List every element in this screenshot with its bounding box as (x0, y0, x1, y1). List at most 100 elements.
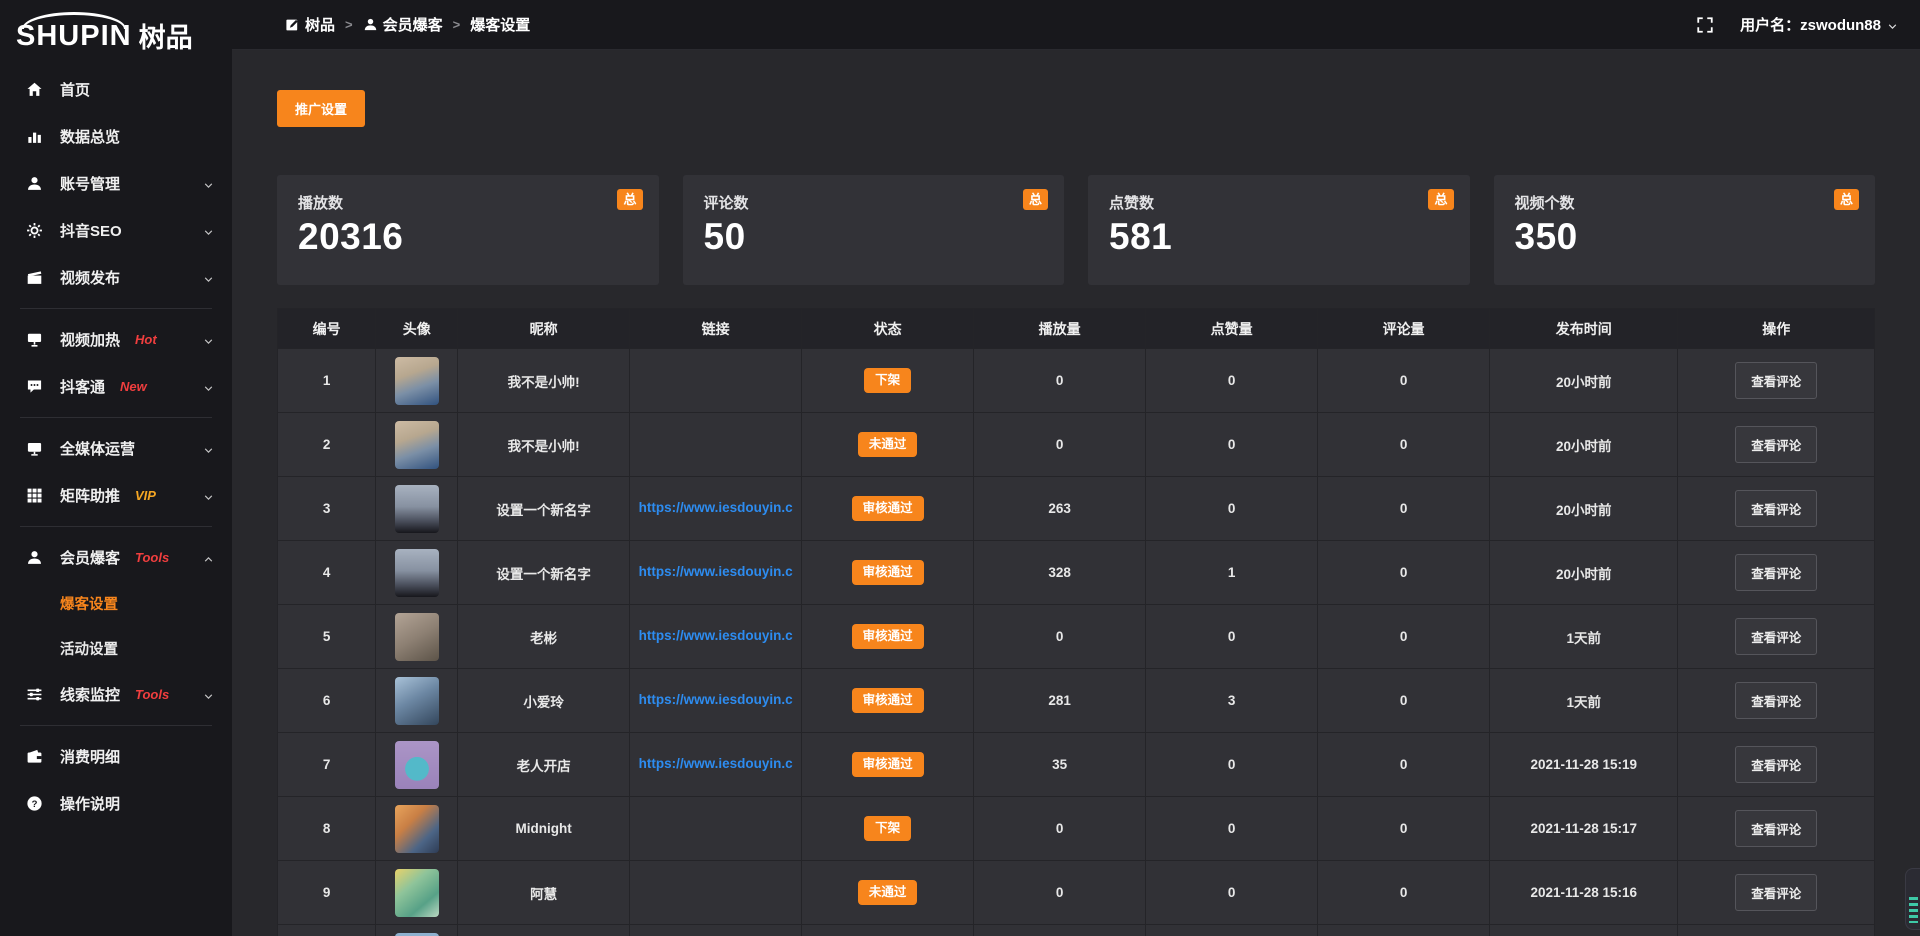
status-badge[interactable]: 未通过 (858, 880, 918, 905)
fullscreen-icon[interactable] (1696, 16, 1714, 34)
brand-logo-cn: 树品 (139, 8, 193, 55)
sidebar-item-操作说明[interactable]: ?操作说明 (0, 780, 232, 827)
breadcrumb-item-member[interactable]: 会员爆客 (363, 14, 443, 35)
total-badge: 总 (1023, 189, 1048, 210)
table-row: 9阿慧未通过0002021-11-28 15:16查看评论 (278, 861, 1875, 925)
cell-avatar (376, 797, 458, 861)
table-row: 2我不是小帅!未通过00020小时前查看评论 (278, 413, 1875, 477)
sidebar-item-账号管理[interactable]: 账号管理 (0, 160, 232, 207)
cell-comments: 0 (1318, 413, 1490, 477)
column-header-发布时间: 发布时间 (1490, 309, 1678, 349)
status-badge[interactable]: 审核通过 (852, 560, 924, 585)
sidebar-item-数据总览[interactable]: 数据总览 (0, 113, 232, 160)
sidebar-item-label: 矩阵助推 (60, 485, 120, 506)
stat-label: 播放数 (298, 192, 638, 213)
video-link[interactable]: https://www.iesdouyin.c (639, 500, 793, 515)
view-comments-button[interactable]: 查看评论 (1735, 746, 1817, 783)
view-comments-button[interactable]: 查看评论 (1735, 810, 1817, 847)
sidebar-item-抖音SEO[interactable]: 抖音SEO (0, 207, 232, 254)
sidebar-item-badge: New (120, 379, 147, 394)
view-comments-button[interactable]: 查看评论 (1735, 874, 1817, 911)
stat-label: 点赞数 (1109, 192, 1449, 213)
status-badge[interactable]: 未通过 (858, 432, 918, 457)
cell-action: 查看评论 (1678, 733, 1875, 797)
cell-plays: 0 (974, 349, 1146, 413)
chevron-down-icon (203, 225, 214, 236)
sidebar-subitem-爆客设置[interactable]: 爆客设置 (0, 581, 232, 626)
cell-comments: 0 (1318, 477, 1490, 541)
view-comments-button[interactable]: 查看评论 (1735, 618, 1817, 655)
username-label: 用户名：zswodun88 (1740, 14, 1881, 35)
cell-plays (974, 925, 1146, 936)
sidebar-subitem-活动设置[interactable]: 活动设置 (0, 626, 232, 671)
cell-id: 2 (278, 413, 376, 477)
status-badge[interactable]: 下架 (864, 368, 911, 393)
breadcrumb-item-shupin[interactable]: 树品 (285, 14, 335, 35)
cell-plays: 0 (974, 413, 1146, 477)
cell-status: 下架 (802, 349, 974, 413)
sidebar-item-矩阵助推[interactable]: 矩阵助推VIP (0, 472, 232, 519)
chevron-down-icon (203, 443, 214, 454)
column-header-头像: 头像 (376, 309, 458, 349)
total-badge: 总 (1834, 189, 1859, 210)
stat-card-评论数: 评论数50总 (683, 175, 1065, 285)
cell-comments: 0 (1318, 733, 1490, 797)
status-badge[interactable]: 审核通过 (852, 752, 924, 777)
gear-icon (26, 222, 43, 239)
bar-chart-icon (26, 128, 43, 145)
sidebar-item-抖客通[interactable]: 抖客通New (0, 363, 232, 410)
view-comments-button[interactable]: 查看评论 (1735, 682, 1817, 719)
wallet-icon (26, 748, 43, 765)
floating-widget[interactable] (1905, 868, 1920, 930)
sidebar-item-会员爆客[interactable]: 会员爆客Tools (0, 534, 232, 581)
sidebar-item-线索监控[interactable]: 线索监控Tools (0, 671, 232, 718)
cell-comments (1318, 925, 1490, 936)
sliders-icon (26, 686, 43, 703)
stat-value: 350 (1515, 216, 1855, 258)
status-badge[interactable]: 审核通过 (852, 496, 924, 521)
table-row: 5老彬https://www.iesdouyin.c审核通过0001天前查看评论 (278, 605, 1875, 669)
cell-likes: 0 (1146, 605, 1318, 669)
cell-plays: 0 (974, 797, 1146, 861)
cell-action: 查看评论 (1678, 349, 1875, 413)
sidebar-item-label: 抖音SEO (60, 220, 122, 241)
promo-settings-button[interactable]: 推广设置 (277, 90, 365, 127)
status-badge[interactable]: 下架 (864, 816, 911, 841)
sidebar-item-视频加热[interactable]: 视频加热Hot (0, 316, 232, 363)
table-row: 7老人开店https://www.iesdouyin.c审核通过35002021… (278, 733, 1875, 797)
sidebar-item-全媒体运营[interactable]: 全媒体运营 (0, 425, 232, 472)
cell-plays: 281 (974, 669, 1146, 733)
sidebar-item-消费明细[interactable]: 消费明细 (0, 733, 232, 780)
sidebar-item-label: 账号管理 (60, 173, 120, 194)
view-comments-button[interactable]: 查看评论 (1735, 490, 1817, 527)
video-link[interactable]: https://www.iesdouyin.c (639, 756, 793, 771)
cell-link (630, 413, 802, 477)
stat-label: 视频个数 (1515, 192, 1855, 213)
cell-published (1490, 925, 1678, 936)
view-comments-button[interactable]: 查看评论 (1735, 362, 1817, 399)
cell-published: 20小时前 (1490, 477, 1678, 541)
cell-nickname: 我不是小帅! (458, 349, 630, 413)
cell-plays: 263 (974, 477, 1146, 541)
sidebar-item-首页[interactable]: 首页 (0, 66, 232, 113)
video-link[interactable]: https://www.iesdouyin.c (639, 628, 793, 643)
view-comments-button[interactable]: 查看评论 (1735, 554, 1817, 591)
status-badge[interactable]: 审核通过 (852, 624, 924, 649)
user-menu[interactable]: 用户名：zswodun88 (1740, 14, 1898, 35)
video-link[interactable]: https://www.iesdouyin.c (639, 692, 793, 707)
video-link[interactable]: https://www.iesdouyin.c (639, 564, 793, 579)
sidebar-item-label: 首页 (60, 79, 90, 100)
cell-link: https://www.iesdouyin.c (630, 605, 802, 669)
brand-logo[interactable]: SHUPIN 树品 (0, 0, 232, 62)
sidebar-item-视频发布[interactable]: 视频发布 (0, 254, 232, 301)
view-comments-button[interactable]: 查看评论 (1735, 426, 1817, 463)
avatar (395, 485, 439, 533)
cell-published: 20小时前 (1490, 541, 1678, 605)
monitor-heat-icon (26, 331, 43, 348)
status-badge[interactable]: 审核通过 (852, 688, 924, 713)
topbar: 树品 > 会员爆客 > 爆客设置 用户名：zswodun88 (232, 0, 1920, 50)
chevron-down-icon (203, 272, 214, 283)
table-row (278, 925, 1875, 936)
cell-link (630, 349, 802, 413)
cell-id: 9 (278, 861, 376, 925)
